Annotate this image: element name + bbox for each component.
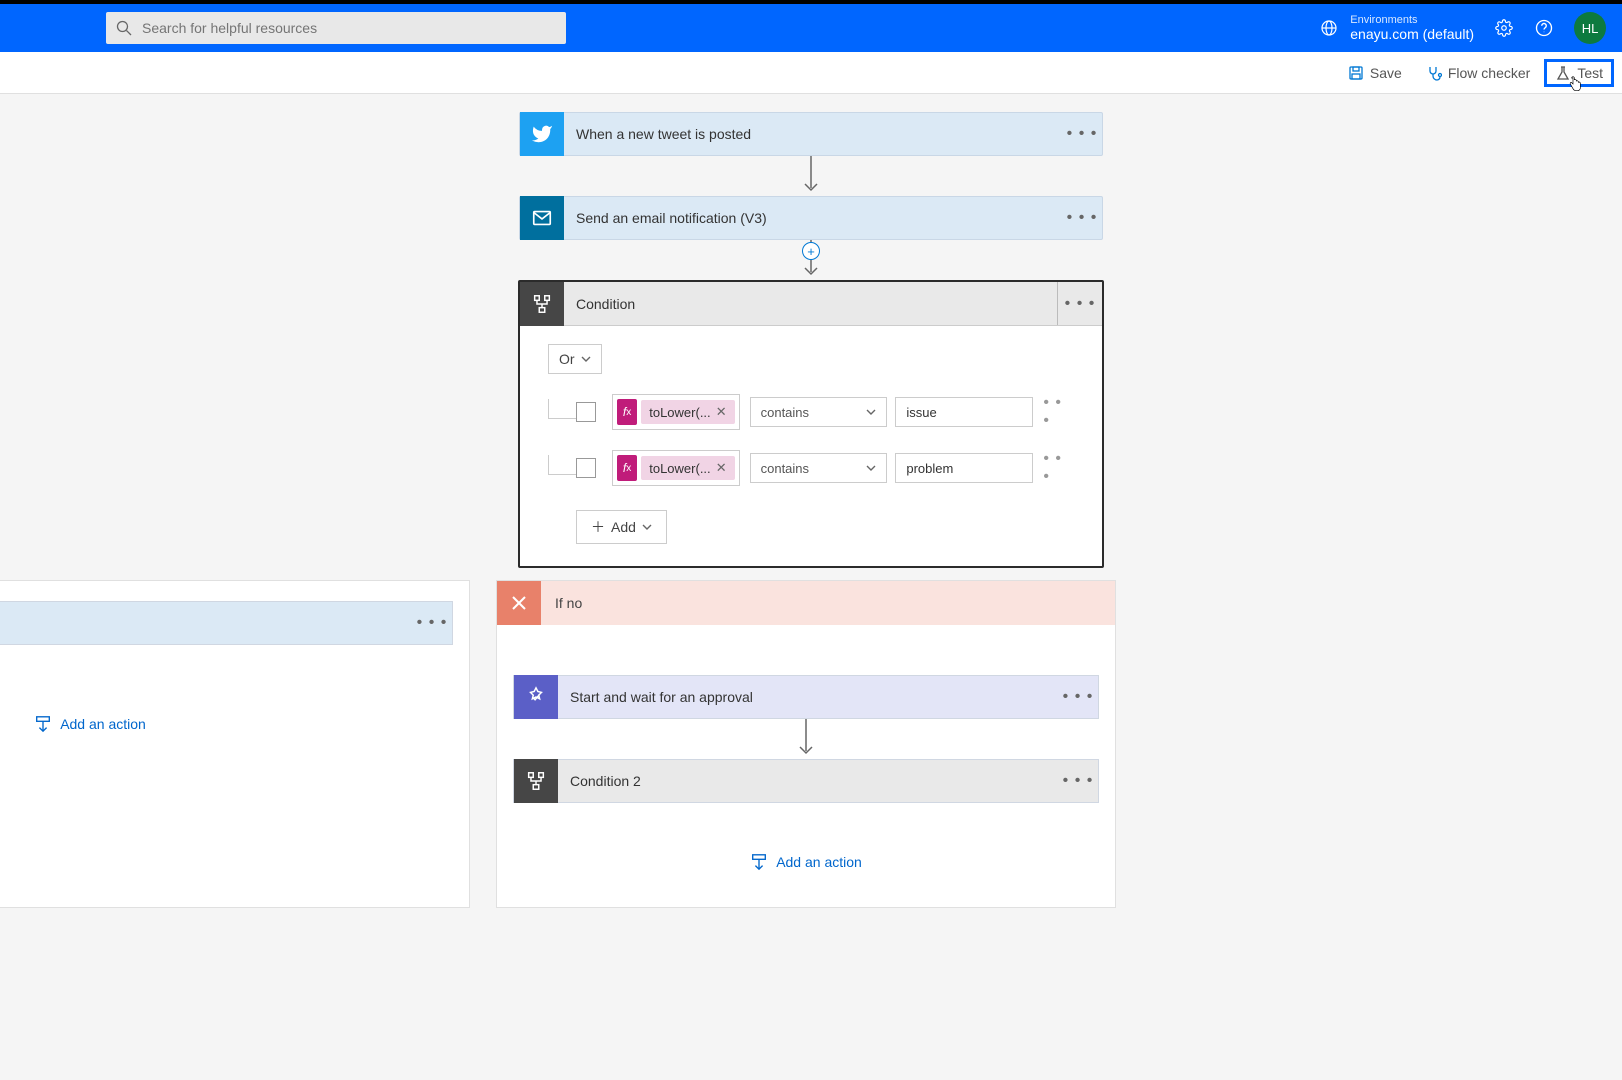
card-menu[interactable]: • • • (1058, 772, 1098, 790)
remove-token[interactable]: ✕ (716, 404, 727, 420)
mail-menu[interactable]: • • • (1062, 209, 1102, 227)
environment-icon (1320, 19, 1338, 37)
save-icon (1348, 65, 1364, 81)
expression-input[interactable]: fx toLower(... ✕ (612, 394, 740, 430)
operator-label: contains (761, 405, 809, 420)
chevron-down-icon (581, 354, 591, 364)
remove-token[interactable]: ✕ (716, 460, 727, 476)
stethoscope-icon (1426, 65, 1442, 81)
chevron-down-icon (642, 522, 652, 532)
settings-button[interactable] (1494, 18, 1514, 38)
condition-icon (520, 282, 564, 326)
row-menu[interactable]: • • • (1043, 450, 1074, 486)
flow-arrow (801, 156, 821, 196)
flow-checker-button[interactable]: Flow checker (1416, 59, 1540, 87)
add-action-button[interactable]: Add an action (0, 715, 453, 733)
add-action-label: Add an action (776, 854, 862, 870)
search-box[interactable] (106, 12, 566, 44)
row-checkbox[interactable] (576, 458, 596, 478)
if-no-branch: If no Start and wait for an approval • •… (496, 580, 1116, 908)
flow-arrow (796, 719, 816, 759)
condition2-card[interactable]: Condition 2 • • • (513, 759, 1099, 803)
fx-icon: fx (617, 455, 637, 481)
approval-icon (514, 675, 558, 719)
row-menu[interactable]: • • • (1043, 394, 1074, 430)
mail-icon (520, 196, 564, 240)
no-icon (497, 581, 541, 625)
test-button[interactable]: Test (1544, 59, 1614, 87)
add-action-label: Add an action (60, 716, 146, 732)
plus-icon: ＋ (591, 517, 605, 537)
condition-title: Condition (564, 296, 1057, 312)
add-label: Add (611, 519, 636, 535)
approval-title: Start and wait for an approval (558, 689, 1058, 705)
help-icon (1535, 19, 1553, 37)
yes-card-title: rd (0, 615, 412, 631)
user-avatar[interactable]: HL (1574, 12, 1606, 44)
twitter-icon (520, 112, 564, 156)
if-no-title: If no (541, 595, 596, 611)
operator-select[interactable]: contains (750, 397, 888, 427)
condition-card[interactable]: Condition • • • Or fx toLower(... ✕ conta… (518, 280, 1104, 568)
condition-row: fx toLower(... ✕ contains • • • (548, 450, 1074, 486)
card-menu[interactable]: • • • (1058, 688, 1098, 706)
condition-row: fx toLower(... ✕ contains • • • (548, 394, 1074, 430)
top-header: Environments enayu.com (default) HL (0, 4, 1622, 52)
cursor-icon (1567, 76, 1583, 92)
add-action-icon (750, 853, 768, 871)
action-bar: Save Flow checker Test (0, 52, 1622, 94)
condition-menu[interactable]: • • • (1058, 295, 1102, 313)
card-menu[interactable]: • • • (412, 614, 452, 632)
env-label: Environments (1350, 14, 1474, 26)
search-input[interactable] (142, 20, 556, 36)
mail-title: Send an email notification (V3) (564, 210, 1062, 226)
fx-text: toLower(... (649, 405, 710, 420)
trigger-menu[interactable]: • • • (1062, 125, 1102, 143)
flow-canvas: When a new tweet is posted • • • Send an… (0, 94, 1622, 948)
if-yes-branch: rd • • • Add an action (0, 580, 470, 908)
chevron-down-icon (866, 407, 876, 417)
yes-inner-card[interactable]: rd • • • (0, 601, 453, 645)
add-action-icon (34, 715, 52, 733)
row-checkbox[interactable] (576, 402, 596, 422)
approval-card[interactable]: Start and wait for an approval • • • (513, 675, 1099, 719)
env-name: enayu.com (default) (1350, 26, 1474, 42)
gear-icon (1495, 19, 1513, 37)
search-icon (116, 20, 132, 36)
expression-input[interactable]: fx toLower(... ✕ (612, 450, 740, 486)
insert-step-button[interactable]: + (802, 242, 820, 260)
add-condition-button[interactable]: ＋ Add (576, 510, 667, 544)
environment-picker[interactable]: Environments enayu.com (default) (1320, 14, 1474, 42)
operator-select[interactable]: contains (750, 453, 888, 483)
trigger-title: When a new tweet is posted (564, 126, 1062, 142)
trigger-card[interactable]: When a new tweet is posted • • • (519, 112, 1103, 156)
add-action-button[interactable]: Add an action (513, 853, 1099, 871)
fx-icon: fx (617, 399, 637, 425)
chevron-down-icon (866, 463, 876, 473)
fx-text: toLower(... (649, 461, 710, 476)
logic-selector[interactable]: Or (548, 344, 602, 374)
mail-card[interactable]: Send an email notification (V3) • • • (519, 196, 1103, 240)
value-input[interactable] (895, 397, 1033, 427)
save-button[interactable]: Save (1338, 59, 1412, 87)
flow-checker-label: Flow checker (1448, 65, 1530, 81)
condition2-title: Condition 2 (558, 773, 1058, 789)
help-button[interactable] (1534, 18, 1554, 38)
value-input[interactable] (895, 453, 1033, 483)
condition-icon (514, 759, 558, 803)
operator-label: contains (761, 461, 809, 476)
logic-label: Or (559, 351, 575, 367)
save-label: Save (1370, 65, 1402, 81)
